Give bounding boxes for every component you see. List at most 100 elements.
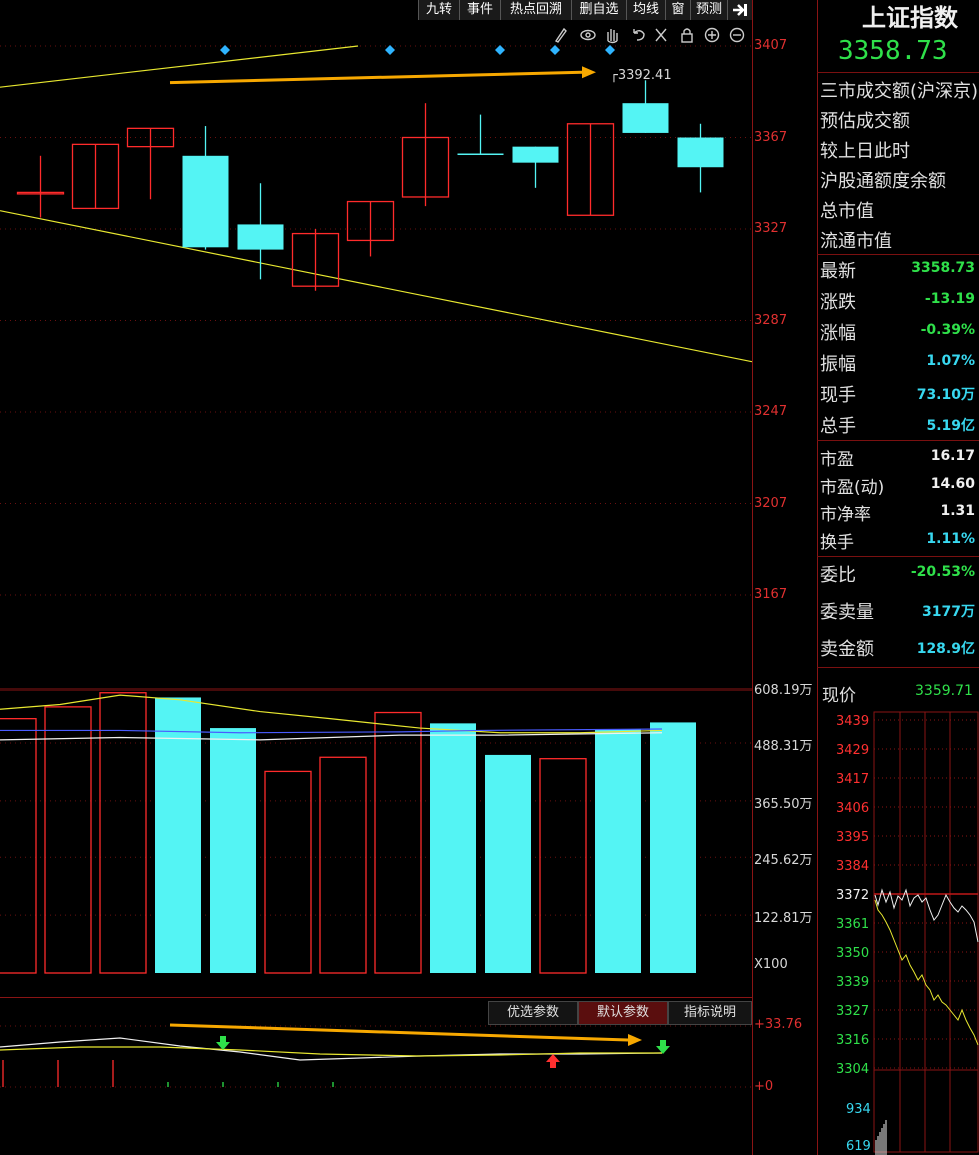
tab-moving-average[interactable]: 均线: [626, 0, 665, 20]
quote-panel-border: [817, 0, 818, 1155]
volume-axis-tick: 122.81万: [754, 911, 813, 927]
quote-label: 最新: [820, 261, 856, 282]
tab-jiuzhuan[interactable]: 九转: [418, 0, 459, 20]
mini-axis-mid-tick: 3372: [836, 888, 869, 903]
sell-signal-icon: [656, 1040, 670, 1054]
price-axis-tick: 3247: [754, 404, 788, 419]
order-value: 3177万: [922, 604, 975, 620]
valuation-value: 14.60: [930, 475, 975, 492]
mini-axis-down-tick: 3361: [836, 917, 869, 932]
volume-axis-tick: 365.50万: [754, 796, 813, 812]
signal-diamond-icon: [605, 45, 615, 55]
price-axis-tick: 3167: [754, 587, 788, 602]
order-row: 委卖量 3177万: [820, 598, 979, 624]
valuation-value: 16.17: [930, 448, 975, 464]
quote-label: 现手: [820, 385, 856, 406]
signal-diamond-icon: [220, 45, 230, 55]
indicator-line-white: [0, 1037, 663, 1061]
quote-value: 73.10万: [916, 387, 975, 403]
indicator-line-yellow: [0, 1046, 662, 1057]
candle-body: [677, 137, 724, 168]
label-float-market-cap: 流通市值: [820, 231, 892, 252]
quote-row: 总手 5.19亿: [820, 412, 979, 438]
intraday-mini-chart[interactable]: 3439 3429 3417 3406 3395 3384 3372 3361 3350 3339…: [820, 710, 979, 1155]
price-axis-tick: 3287: [754, 312, 788, 328]
volume-chart[interactable]: [0, 690, 752, 975]
volume-ma-yellow: [0, 694, 663, 734]
quote-value: 3358.73: [911, 260, 975, 276]
mini-axis-up-tick: 3429: [836, 743, 869, 758]
signal-diamond-icon: [550, 45, 560, 55]
volume-bar: [319, 756, 367, 974]
quote-value: -0.39%: [920, 322, 975, 338]
valuation-row: 市盈 16.17: [820, 445, 979, 470]
valuation-label: 换手: [820, 532, 854, 553]
signal-diamond-icon: [385, 45, 395, 55]
volume-bar: [374, 711, 422, 974]
volume-multiplier: X100: [754, 957, 788, 972]
quote-value: -13.19: [924, 291, 975, 307]
indicator-axis-top: +33.76: [754, 1017, 803, 1032]
trend-arrow-line: [169, 70, 583, 85]
valuation-row: 市盈(动) 14.60: [820, 473, 979, 498]
tab-events[interactable]: 事件: [459, 0, 500, 20]
tab-forecast[interactable]: 预测: [690, 0, 727, 20]
mini-axis-up-tick: 3384: [836, 859, 869, 874]
volume-bar: [264, 770, 312, 974]
index-price: 3358.73: [838, 36, 948, 66]
valuation-row: 换手 1.11%: [820, 528, 979, 553]
axis-divider: [752, 0, 753, 1155]
mini-axis-up-tick: 3439: [836, 714, 869, 729]
indicator-arrow-line: [169, 1023, 629, 1042]
label-vs-yesterday: 较上日此时: [820, 141, 910, 162]
sell-signal-icon: [216, 1036, 230, 1050]
lower-trendline: [0, 210, 752, 363]
valuation-label: 市净率: [820, 505, 871, 525]
order-value: 128.9亿: [916, 641, 975, 657]
mini-axis-down-tick: 3339: [836, 975, 869, 990]
quote-label: 振幅: [820, 354, 856, 375]
candle-body: [512, 146, 559, 163]
peak-price-label: ┌3392.41: [610, 68, 672, 83]
collapse-panel-icon[interactable]: [727, 0, 752, 20]
indicator-chart[interactable]: [0, 1020, 752, 1110]
label-northbound-quota: 沪股通额度余额: [820, 171, 946, 192]
mini-axis-up-tick: 3417: [836, 772, 869, 787]
volume-axis-tick: 608.19万: [754, 682, 813, 698]
valuation-label: 市盈: [820, 450, 854, 470]
quote-row: 涨幅 -0.39%: [820, 319, 979, 345]
remove-watchlist-button[interactable]: 删自选: [571, 0, 626, 20]
signal-diamond-icon: [495, 45, 505, 55]
quote-label: 总手: [820, 416, 856, 437]
mini-vol-axis-tick: 619: [846, 1139, 871, 1154]
mini-axis-down-tick: 3327: [836, 1004, 869, 1019]
volume-bar: [0, 718, 37, 974]
mini-axis-down-tick: 3304: [836, 1062, 869, 1077]
volume-ma-white: [0, 732, 663, 741]
mini-price-line: [874, 888, 979, 943]
price-axis-tick: 3207: [754, 495, 788, 511]
volume-bar: [210, 728, 256, 973]
candle-body: [237, 224, 284, 250]
order-label: 卖金额: [820, 639, 874, 660]
volume-bar: [430, 723, 476, 973]
tab-hotspot-review[interactable]: 热点回溯: [500, 0, 571, 20]
order-value: -20.53%: [910, 564, 975, 580]
candlestick-chart[interactable]: [0, 22, 752, 690]
tab-window[interactable]: 窗: [665, 0, 690, 20]
volume-axis-tick: 245.62万: [754, 853, 813, 869]
mini-vol-axis-tick: 934: [846, 1102, 871, 1117]
mini-avg-line: [874, 899, 979, 1046]
volume-bar: [485, 754, 531, 973]
candle-body: [622, 103, 669, 133]
candle-body: [457, 153, 504, 156]
quote-row: 振幅 1.07%: [820, 350, 979, 376]
price-axis-tick: 3367: [754, 129, 788, 145]
volume-bar: [99, 692, 147, 974]
order-row: 卖金额 128.9亿: [820, 635, 979, 661]
quote-row: 现手 73.10万: [820, 381, 979, 407]
candle-body: [182, 155, 229, 248]
trend-arrow-head-icon: [582, 66, 596, 79]
price-axis-tick: 3327: [754, 221, 788, 236]
quote-value: 5.19亿: [926, 418, 975, 434]
